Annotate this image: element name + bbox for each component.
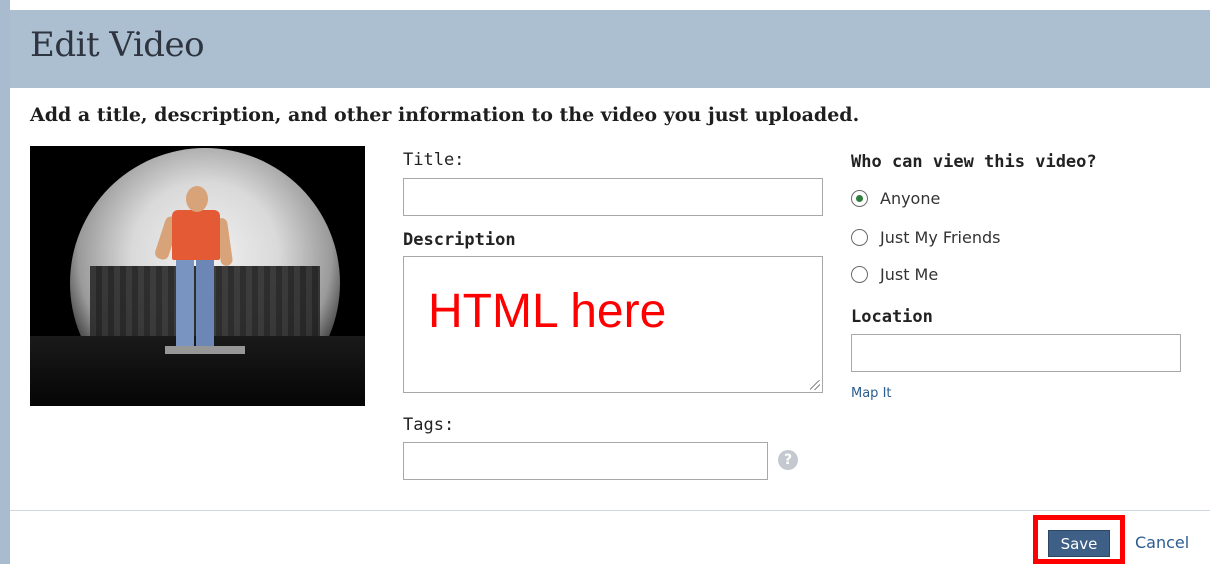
tags-label: Tags: <box>403 415 455 435</box>
map-it-link[interactable]: Map It <box>851 386 892 401</box>
help-icon[interactable]: ? <box>778 450 798 470</box>
description-text: HTML here <box>428 285 667 338</box>
edit-video-dialog: Edit Video Add a title, description, and… <box>0 0 1210 564</box>
privacy-option-label: Anyone <box>880 189 941 208</box>
radio-selected-icon[interactable] <box>851 190 868 207</box>
performer-shirt <box>172 210 220 260</box>
window-left-edge <box>0 0 10 564</box>
privacy-option-me[interactable]: Just Me <box>851 265 938 284</box>
dialog-header: Edit Video <box>10 10 1210 88</box>
privacy-option-anyone[interactable]: Anyone <box>851 189 940 208</box>
description-textarea[interactable]: HTML here <box>403 256 823 393</box>
description-label: Description <box>403 230 516 250</box>
title-label: Title: <box>403 150 465 170</box>
title-input[interactable] <box>403 178 823 216</box>
privacy-option-friends[interactable]: Just My Friends <box>851 228 1000 247</box>
performer-leg-right <box>196 260 214 346</box>
radio-dot <box>856 195 863 202</box>
video-thumbnail <box>30 146 365 406</box>
privacy-option-label: Just My Friends <box>880 228 1001 247</box>
footer-divider <box>10 510 1210 511</box>
intro-text: Add a title, description, and other info… <box>30 104 860 126</box>
cancel-link[interactable]: Cancel <box>1135 533 1189 552</box>
location-label: Location <box>851 307 933 327</box>
performer-leg-left <box>176 260 194 346</box>
privacy-heading: Who can view this video? <box>851 152 1097 172</box>
radio-icon[interactable] <box>851 229 868 246</box>
tags-input[interactable] <box>403 442 768 480</box>
performer-figure <box>150 186 250 351</box>
privacy-option-label: Just Me <box>880 265 939 284</box>
location-input[interactable] <box>851 334 1181 372</box>
radio-icon[interactable] <box>851 266 868 283</box>
performer-head <box>186 186 208 212</box>
resize-grip-icon[interactable] <box>810 380 820 390</box>
save-button[interactable]: Save <box>1048 530 1110 557</box>
page-title: Edit Video <box>30 25 205 65</box>
